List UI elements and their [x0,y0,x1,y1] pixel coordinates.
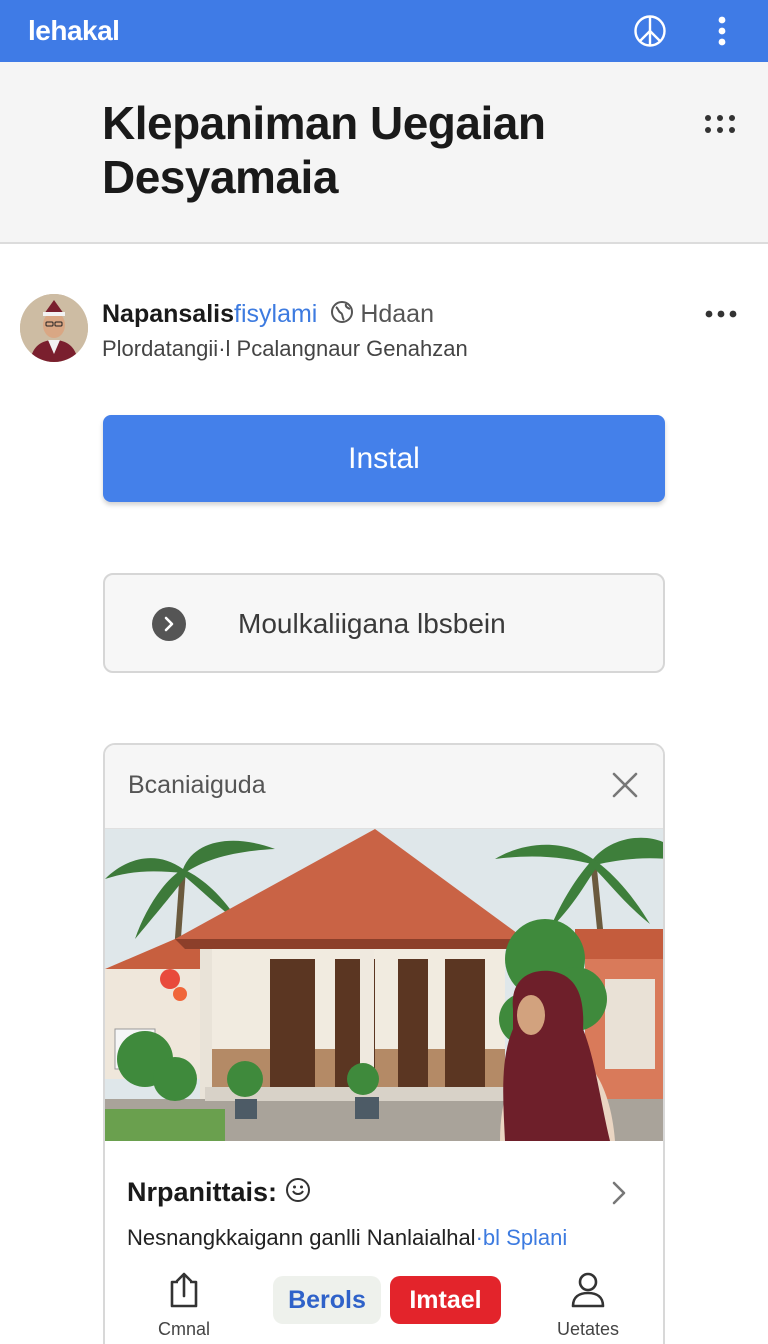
author-subtitle: Plordatangii·l Pcalangnaur Genahzan [102,336,468,361]
app-bar-actions [632,13,740,49]
more-horiz-icon[interactable] [704,304,738,324]
pill-button-blue[interactable]: Berols [273,1276,381,1324]
page-title: Klepaniman Uegaian Desyamaia [102,97,546,203]
card-description: Nesnangkkaigann ganlli Nanlaialhal·bl Sp… [127,1225,567,1251]
pill-button-red[interactable]: Imtael [390,1276,501,1324]
updates-label: Uetates [556,1319,620,1339]
updates-action[interactable]: Uetates [550,1270,626,1340]
avatar[interactable] [20,294,88,362]
content-card: Bcaniaiguda Nrpanittais: Nesnangkkaigann… [103,743,665,1344]
author-meta: Hdaan [360,300,434,329]
grid-more-icon[interactable] [702,110,738,140]
author-row: Napansalisfisylami Hdaan Plordatangii·l … [0,290,768,370]
chevron-right-icon[interactable] [609,1179,629,1207]
page-header: Klepaniman Uegaian Desyamaia [0,62,768,244]
card-description-text: Nesnangkkaigann ganlli Nanlaialhal [127,1225,476,1250]
more-vert-icon[interactable] [704,13,740,49]
share-label: Cmnal [157,1319,210,1339]
author-name-line: Napansalisfisylami Hdaan [102,300,434,331]
secondary-button[interactable]: Moulkaliigana lbsbein [103,573,665,673]
secondary-button-label: Moulkaliigana lbsbein [238,608,506,639]
app-title: lehakal [28,15,120,46]
chevron-right-circle-icon [152,607,186,641]
card-title-line: Nrpanittais: [127,1177,311,1210]
globe-icon [330,300,354,331]
author-link[interactable]: fisylami [234,300,317,328]
author-name[interactable]: Napansalis [102,300,234,328]
card-description-link[interactable]: ·bl Splani [476,1225,568,1250]
install-button[interactable]: Instal [103,415,665,502]
card-header: Bcaniaiguda [105,745,663,829]
app-bar: lehakal [0,0,768,62]
share-action[interactable]: Cmnal [150,1270,218,1340]
card-header-title: Bcaniaiguda [128,771,266,799]
peace-icon[interactable] [632,13,668,49]
smiley-icon [285,1177,311,1210]
card-photo[interactable] [105,829,663,1141]
close-icon[interactable] [611,771,639,799]
person-icon [569,1272,607,1314]
share-icon [166,1272,202,1314]
card-title: Nrpanittais: [127,1177,278,1207]
